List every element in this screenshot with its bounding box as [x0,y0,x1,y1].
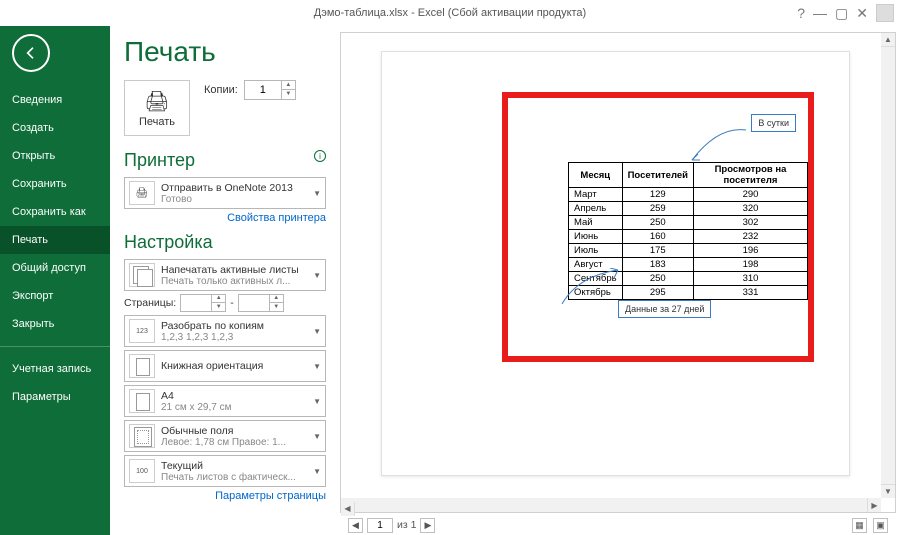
copies-spinner[interactable]: ▲▼ [244,80,296,100]
callout-arrow-icon [688,126,748,162]
user-avatar-icon[interactable] [876,4,894,22]
table-header: Посетителей [622,163,693,188]
close-icon[interactable]: ✕ [856,5,868,22]
prev-page-button[interactable]: ◀ [348,518,363,533]
paper-size-selector[interactable]: A421 см x 29,7 см ▼ [124,385,326,417]
table-header: Месяц [569,163,623,188]
pages-to-input[interactable] [239,297,269,309]
sidebar-item-save[interactable]: Сохранить [0,170,110,198]
printer-status-icon: 🖨 [129,181,155,205]
chevron-down-icon: ▼ [309,432,321,441]
sidebar-item-options[interactable]: Параметры [0,383,110,411]
pages-from-input[interactable] [181,297,211,309]
pages-from-spinner[interactable]: ▲▼ [180,294,226,312]
callout-top: В сутки [751,114,796,132]
printer-info-icon[interactable]: i [314,150,326,162]
table-row: Июль175196 [569,244,808,258]
restore-icon[interactable]: ▢ [835,5,848,22]
backstage-sidebar: Сведения Создать Открыть Сохранить Сохра… [0,26,110,535]
back-button[interactable] [12,34,50,72]
copies-label: Копии: [204,84,238,96]
title-bar: Дэмо-таблица.xlsx - Excel (Сбой активаци… [0,0,900,26]
preview-footer: ◀ из 1 ▶ ▦ ▣ [340,515,896,535]
vertical-scrollbar[interactable]: ▲ ▼ [881,33,895,498]
table-row: Март129290 [569,188,808,202]
window-title: Дэмо-таблица.xlsx - Excel (Сбой активаци… [314,7,586,19]
sidebar-item-close[interactable]: Закрыть [0,310,110,338]
chevron-down-icon: ▼ [309,467,321,476]
scroll-right-icon[interactable]: ▶ [867,498,881,512]
highlight-box: В сутки МесяцПосетителейПросмотров на по… [502,92,814,362]
collate-selector[interactable]: 123 Разобрать по копиям1,2,3 1,2,3 1,2,3… [124,315,326,347]
table-row: Апрель259320 [569,202,808,216]
margins-selector[interactable]: Обычные поляЛевое: 1,78 см Правое: 1... … [124,420,326,452]
print-button[interactable]: 🖨 Печать [124,80,190,136]
sidebar-item-open[interactable]: Открыть [0,142,110,170]
sidebar-item-saveas[interactable]: Сохранить как [0,198,110,226]
chevron-down-icon: ▼ [309,189,321,198]
collate-icon: 123 [129,319,155,343]
table-header: Просмотров на посетителя [693,163,807,188]
printer-selector[interactable]: 🖨 Отправить в OneNote 2013 Готово ▼ [124,177,326,209]
print-settings-pane: Печать 🖨 Печать Копии: ▲▼ i Принтер [110,26,340,535]
pages-to-spinner[interactable]: ▲▼ [238,294,284,312]
sidebar-item-new[interactable]: Создать [0,114,110,142]
callout-bottom: Данные за 27 дней [618,300,711,318]
print-what-selector[interactable]: Напечатать активные листыПечать только а… [124,259,326,291]
settings-heading: Настройка [124,232,326,253]
scaling-icon: 100 [129,459,155,483]
page-of-label: из 1 [397,519,416,531]
preview-sheet: В сутки МесяцПосетителейПросмотров на по… [381,51,850,476]
help-icon[interactable]: ? [797,5,805,21]
page-setup-link[interactable]: Параметры страницы [124,490,326,502]
printer-properties-link[interactable]: Свойства принтера [124,212,326,224]
sidebar-item-export[interactable]: Экспорт [0,282,110,310]
zoom-to-page-icon[interactable]: ▣ [873,518,888,533]
scroll-left-icon[interactable]: ◀ [341,502,355,516]
pages-label: Страницы: [124,297,176,309]
minimize-icon[interactable]: — [813,5,827,21]
page-title: Печать [124,36,326,68]
chevron-down-icon: ▼ [309,327,321,336]
scaling-selector[interactable]: 100 ТекущийПечать листов с фактическ... … [124,455,326,487]
copies-input[interactable] [245,84,281,96]
sidebar-item-share[interactable]: Общий доступ [0,254,110,282]
portrait-icon [129,354,155,378]
spinner-up-icon[interactable]: ▲ [282,81,295,90]
chevron-down-icon: ▼ [309,397,321,406]
preview-viewport: В сутки МесяцПосетителейПросмотров на по… [340,32,896,513]
show-margins-icon[interactable]: ▦ [852,518,867,533]
print-preview-pane: В сутки МесяцПосетителейПросмотров на по… [340,26,900,535]
orientation-selector[interactable]: Книжная ориентация ▼ [124,350,326,382]
spinner-down-icon[interactable]: ▼ [282,90,295,99]
table-row: Май250302 [569,216,808,230]
printer-heading: Принтер [124,150,326,171]
scroll-down-icon[interactable]: ▼ [881,484,895,498]
chevron-down-icon: ▼ [309,271,321,280]
paper-icon [129,389,155,413]
sidebar-item-info[interactable]: Сведения [0,86,110,114]
horizontal-scrollbar[interactable]: ◀ ▶ [341,498,881,512]
sheets-icon [129,263,155,287]
printer-icon: 🖨 [144,89,169,114]
page-number-input[interactable] [367,518,393,533]
margins-icon [129,424,155,448]
sidebar-item-account[interactable]: Учетная запись [0,355,110,383]
table-row: Июнь160232 [569,230,808,244]
chevron-down-icon: ▼ [309,362,321,371]
scroll-up-icon[interactable]: ▲ [881,33,895,47]
sidebar-item-print[interactable]: Печать [0,226,110,254]
next-page-button[interactable]: ▶ [420,518,435,533]
